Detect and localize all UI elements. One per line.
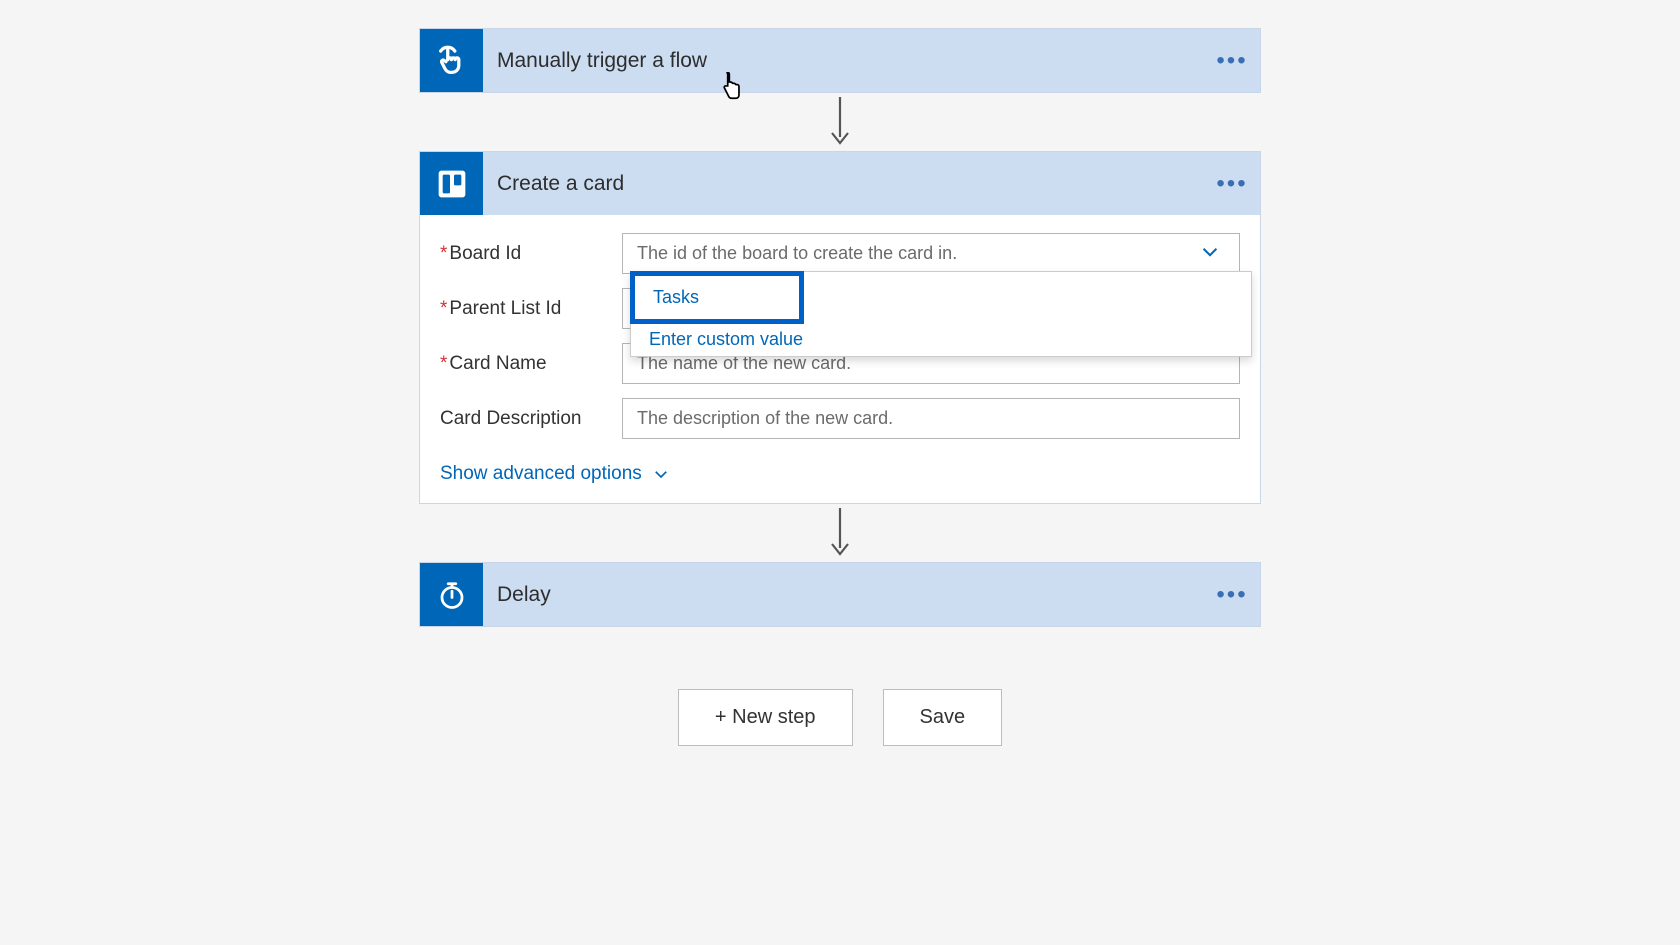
connector-arrow — [419, 97, 1261, 147]
more-icon[interactable]: ••• — [1204, 170, 1260, 198]
manual-trigger-icon — [420, 29, 483, 92]
show-advanced-toggle[interactable]: Show advanced options — [440, 463, 1240, 485]
parent-list-label: *Parent List Id — [440, 298, 622, 320]
more-icon[interactable]: ••• — [1204, 581, 1260, 609]
delay-title: Delay — [483, 583, 1204, 607]
more-icon[interactable]: ••• — [1204, 47, 1260, 75]
new-step-button[interactable]: + New step — [678, 689, 853, 746]
chevron-down-icon — [1199, 240, 1221, 267]
card-desc-label: Card Description — [440, 408, 622, 430]
dropdown-option-tasks[interactable]: Tasks — [630, 271, 804, 324]
delay-step[interactable]: Delay ••• — [419, 562, 1261, 627]
card-name-label: *Card Name — [440, 353, 622, 375]
trigger-title: Manually trigger a flow — [483, 49, 1204, 73]
card-desc-input[interactable]: The description of the new card. — [622, 398, 1240, 439]
trigger-step[interactable]: Manually trigger a flow ••• — [419, 28, 1261, 93]
trello-icon — [420, 152, 483, 215]
create-card-header[interactable]: Create a card ••• — [420, 152, 1260, 215]
dropdown-option-custom[interactable]: Enter custom value — [631, 323, 1251, 356]
create-card-title: Create a card — [483, 172, 1204, 196]
chevron-down-icon — [652, 465, 670, 483]
timer-icon — [420, 563, 483, 626]
board-id-label: *Board Id — [440, 243, 622, 265]
save-button[interactable]: Save — [883, 689, 1003, 746]
create-card-step: Create a card ••• *Board Id The id of th… — [419, 151, 1261, 504]
board-id-dropdown: Tasks Enter custom value — [630, 271, 1252, 357]
connector-arrow — [419, 508, 1261, 558]
board-id-select[interactable]: The id of the board to create the card i… — [622, 233, 1240, 274]
